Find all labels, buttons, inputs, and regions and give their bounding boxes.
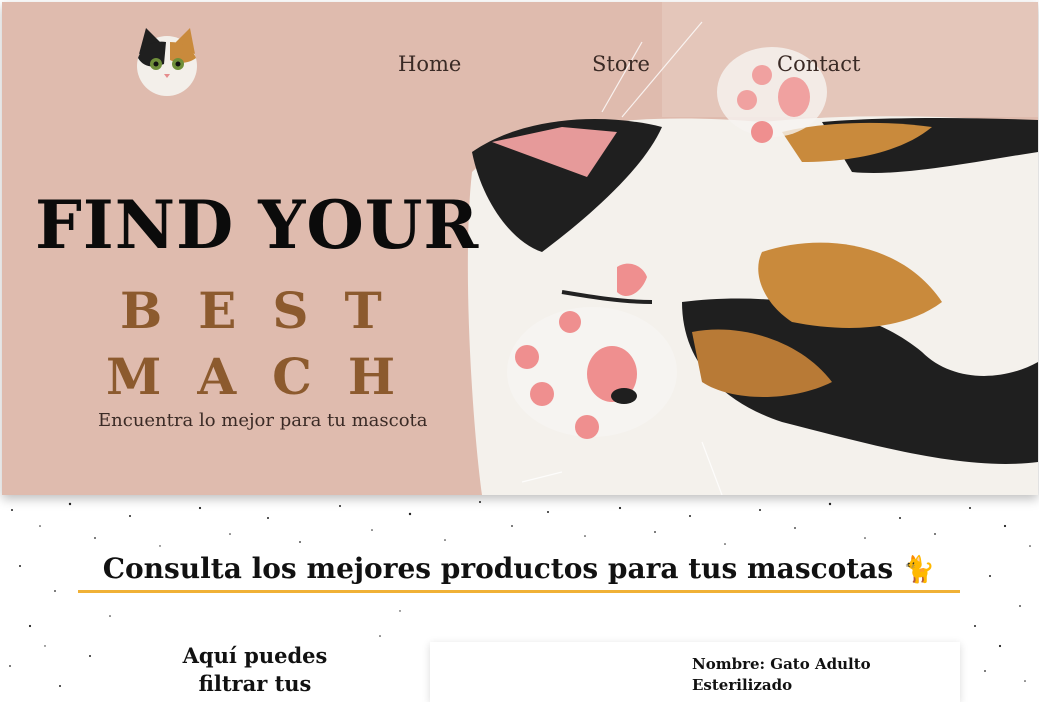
cat-emoji-icon: 🐈 xyxy=(902,555,936,585)
products-section-title-text: Consulta los mejores productos para tus … xyxy=(102,552,894,585)
nav-home-link[interactable]: Home xyxy=(398,52,461,76)
nav-contact-link[interactable]: Contact xyxy=(777,52,860,76)
section-divider xyxy=(78,590,960,593)
hero-subtitle: Encuentra lo mejor para tu mascota xyxy=(98,410,428,431)
product-name: Nombre: Gato Adulto Esterilizado xyxy=(692,655,871,694)
hero-title-line3: MACH xyxy=(106,347,432,406)
filter-heading: Aquí puedes filtrar tus xyxy=(182,643,328,696)
nav-store-link[interactable]: Store xyxy=(592,52,650,76)
products-section-title: Consulta los mejores productos para tus … xyxy=(78,552,960,585)
main-navigation: Home Store Contact xyxy=(2,52,1038,82)
hero-title-line2: BEST xyxy=(120,281,418,340)
filter-panel: Aquí puedes filtrar tus xyxy=(150,642,360,702)
product-card[interactable]: Nombre: Gato Adulto Esterilizado xyxy=(430,642,960,702)
hero-title-line1: FIND YOUR xyxy=(35,186,480,264)
hero-banner: Home Store Contact FIND YOUR BEST MACH E… xyxy=(2,2,1038,495)
